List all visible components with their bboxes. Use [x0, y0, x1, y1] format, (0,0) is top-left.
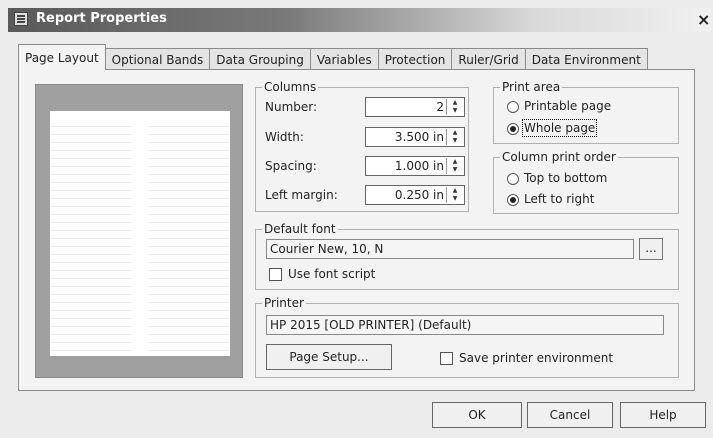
- tab-optional-bands[interactable]: Optional Bands: [104, 48, 211, 70]
- page-setup-button[interactable]: Page Setup...: [266, 344, 392, 370]
- use-font-script-label: Use font script: [288, 267, 376, 281]
- tab-page-layout[interactable]: Page Layout: [18, 44, 106, 70]
- radio-top-to-bottom[interactable]: Top to bottom: [507, 171, 607, 185]
- printer-field[interactable]: HP 2015 [OLD PRINTER] (Default): [266, 315, 664, 335]
- radio-selected-icon: [507, 193, 519, 206]
- whole-page-label: Whole page: [521, 119, 598, 137]
- radio-whole-page[interactable]: Whole page: [507, 119, 598, 137]
- spinner-down-icon[interactable]: ▼: [447, 195, 463, 203]
- page-layout-panel: Columns Number: 2 ▲ ▼ Width: 3.500 in ▲ …: [18, 69, 695, 391]
- tab-variables[interactable]: Variables: [309, 48, 379, 70]
- width-value: 3.500 in: [394, 130, 444, 144]
- radio-icon: [507, 172, 519, 185]
- tab-strip: Page Layout Optional Bands Data Grouping…: [18, 44, 648, 70]
- spinner-up-icon[interactable]: ▲: [447, 129, 463, 137]
- radio-icon: [507, 100, 519, 113]
- save-printer-environment-checkbox[interactable]: Save printer environment: [440, 351, 613, 365]
- checkbox-icon: [269, 268, 282, 281]
- tab-protection[interactable]: Protection: [377, 48, 453, 70]
- default-font-field[interactable]: Courier New, 10, N: [266, 239, 634, 259]
- tab-data-grouping[interactable]: Data Grouping: [209, 48, 311, 70]
- report-properties-dialog: Report Properties × Page Layout Optional…: [0, 0, 713, 438]
- font-browse-button[interactable]: ...: [639, 238, 663, 260]
- tab-data-environment[interactable]: Data Environment: [524, 48, 648, 70]
- default-font-legend: Default font: [264, 222, 336, 236]
- spacing-value: 1.000 in: [394, 159, 444, 173]
- width-label: Width:: [265, 130, 304, 144]
- spinner-up-icon[interactable]: ▲: [447, 158, 463, 166]
- width-spinner[interactable]: 3.500 in ▲ ▼: [365, 127, 465, 147]
- printer-legend: Printer: [264, 296, 304, 310]
- cancel-button[interactable]: Cancel: [527, 402, 613, 428]
- number-value: 2: [436, 100, 444, 114]
- spacing-spinner[interactable]: 1.000 in ▲ ▼: [365, 156, 465, 176]
- radio-printable-page[interactable]: Printable page: [507, 99, 611, 113]
- columns-legend: Columns: [264, 80, 317, 94]
- tab-ruler-grid[interactable]: Ruler/Grid: [451, 48, 526, 70]
- top-to-bottom-label: Top to bottom: [524, 171, 608, 185]
- spinner-up-icon[interactable]: ▲: [447, 99, 463, 107]
- spacing-label: Spacing:: [265, 159, 317, 173]
- title-bar: Report Properties: [8, 8, 711, 32]
- use-font-script-checkbox[interactable]: Use font script: [269, 267, 375, 281]
- close-icon[interactable]: ×: [697, 10, 711, 29]
- left-margin-label: Left margin:: [265, 188, 338, 202]
- spinner-down-icon[interactable]: ▼: [447, 137, 463, 145]
- dialog-title: Report Properties: [36, 11, 167, 26]
- spinner-up-icon[interactable]: ▲: [447, 187, 463, 195]
- radio-left-to-right[interactable]: Left to right: [507, 192, 594, 206]
- number-label: Number:: [265, 100, 318, 114]
- ok-button[interactable]: OK: [432, 402, 522, 428]
- page-preview-sheet: [50, 111, 230, 356]
- column-gutter: [131, 111, 149, 356]
- spinner-down-icon[interactable]: ▼: [447, 166, 463, 174]
- printable-page-label: Printable page: [524, 99, 612, 113]
- radio-selected-icon: [507, 122, 519, 135]
- left-margin-value: 0.250 in: [394, 188, 444, 202]
- help-button[interactable]: Help: [620, 402, 706, 428]
- page-preview: [35, 84, 243, 378]
- spinner-down-icon[interactable]: ▼: [447, 107, 463, 115]
- print-area-legend: Print area: [502, 80, 561, 94]
- report-icon: [14, 12, 28, 26]
- checkbox-icon: [440, 352, 453, 365]
- left-margin-spinner[interactable]: 0.250 in ▲ ▼: [365, 185, 465, 205]
- number-spinner[interactable]: 2 ▲ ▼: [365, 97, 465, 117]
- column-print-order-legend: Column print order: [502, 150, 616, 164]
- save-printer-environment-label: Save printer environment: [459, 351, 614, 365]
- left-to-right-label: Left to right: [524, 192, 595, 206]
